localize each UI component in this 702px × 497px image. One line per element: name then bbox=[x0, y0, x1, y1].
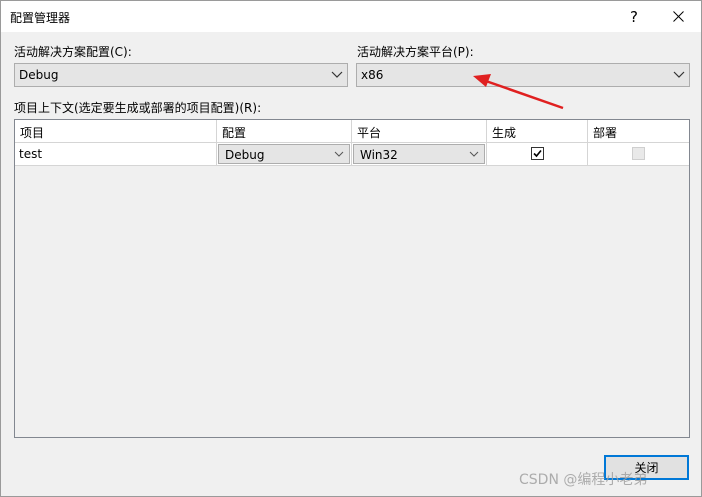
chevron-down-icon bbox=[334, 151, 344, 157]
project-contexts-label: 项目上下文(选定要生成或部署的项目配置)(R): bbox=[14, 101, 262, 115]
project-platform-value: Win32 bbox=[360, 148, 398, 162]
chevron-down-icon bbox=[331, 71, 343, 78]
platform-cell: Win32 bbox=[352, 143, 487, 165]
checkmark-icon bbox=[533, 149, 542, 158]
column-header-deploy[interactable]: 部署 bbox=[588, 120, 689, 143]
column-header-project[interactable]: 项目 bbox=[15, 120, 217, 143]
build-checkbox[interactable] bbox=[531, 147, 544, 160]
project-configuration-value: Debug bbox=[225, 148, 265, 162]
solution-platform-value: x86 bbox=[361, 68, 384, 82]
configuration-manager-dialog: 配置管理器 ? 活动解决方案配置(C): Debug 活动解决方案平台(P): … bbox=[0, 0, 702, 497]
solution-config-label: 活动解决方案配置(C): bbox=[14, 45, 132, 59]
close-window-button[interactable] bbox=[656, 1, 700, 32]
project-contexts-grid[interactable]: 项目 配置 平台 生成 部署 test Debug Win32 bbox=[14, 119, 690, 438]
configuration-cell: Debug bbox=[217, 143, 352, 165]
watermark-text: CSDN @编程小老弟 bbox=[519, 472, 648, 488]
project-platform-select[interactable]: Win32 bbox=[353, 144, 485, 164]
window-title: 配置管理器 bbox=[10, 11, 71, 25]
solution-config-value: Debug bbox=[19, 68, 59, 82]
deploy-checkbox bbox=[632, 147, 645, 160]
close-icon bbox=[672, 11, 684, 22]
project-cell[interactable]: test bbox=[15, 143, 217, 165]
solution-platform-label: 活动解决方案平台(P): bbox=[357, 45, 474, 59]
solution-config-select[interactable]: Debug bbox=[14, 63, 348, 87]
column-header-configuration[interactable]: 配置 bbox=[217, 120, 352, 143]
project-name: test bbox=[19, 147, 43, 161]
column-header-platform[interactable]: 平台 bbox=[352, 120, 487, 143]
chevron-down-icon bbox=[469, 151, 479, 157]
project-configuration-select[interactable]: Debug bbox=[218, 144, 350, 164]
help-button[interactable]: ? bbox=[612, 1, 656, 32]
build-cell bbox=[487, 143, 588, 165]
grid-header: 项目 配置 平台 生成 部署 bbox=[15, 120, 689, 143]
deploy-cell bbox=[588, 143, 689, 165]
chevron-down-icon bbox=[673, 71, 685, 78]
table-row[interactable]: test Debug Win32 bbox=[15, 143, 689, 166]
title-bar[interactable]: 配置管理器 ? bbox=[1, 1, 701, 32]
column-header-build[interactable]: 生成 bbox=[487, 120, 588, 143]
solution-platform-select[interactable]: x86 bbox=[356, 63, 690, 87]
